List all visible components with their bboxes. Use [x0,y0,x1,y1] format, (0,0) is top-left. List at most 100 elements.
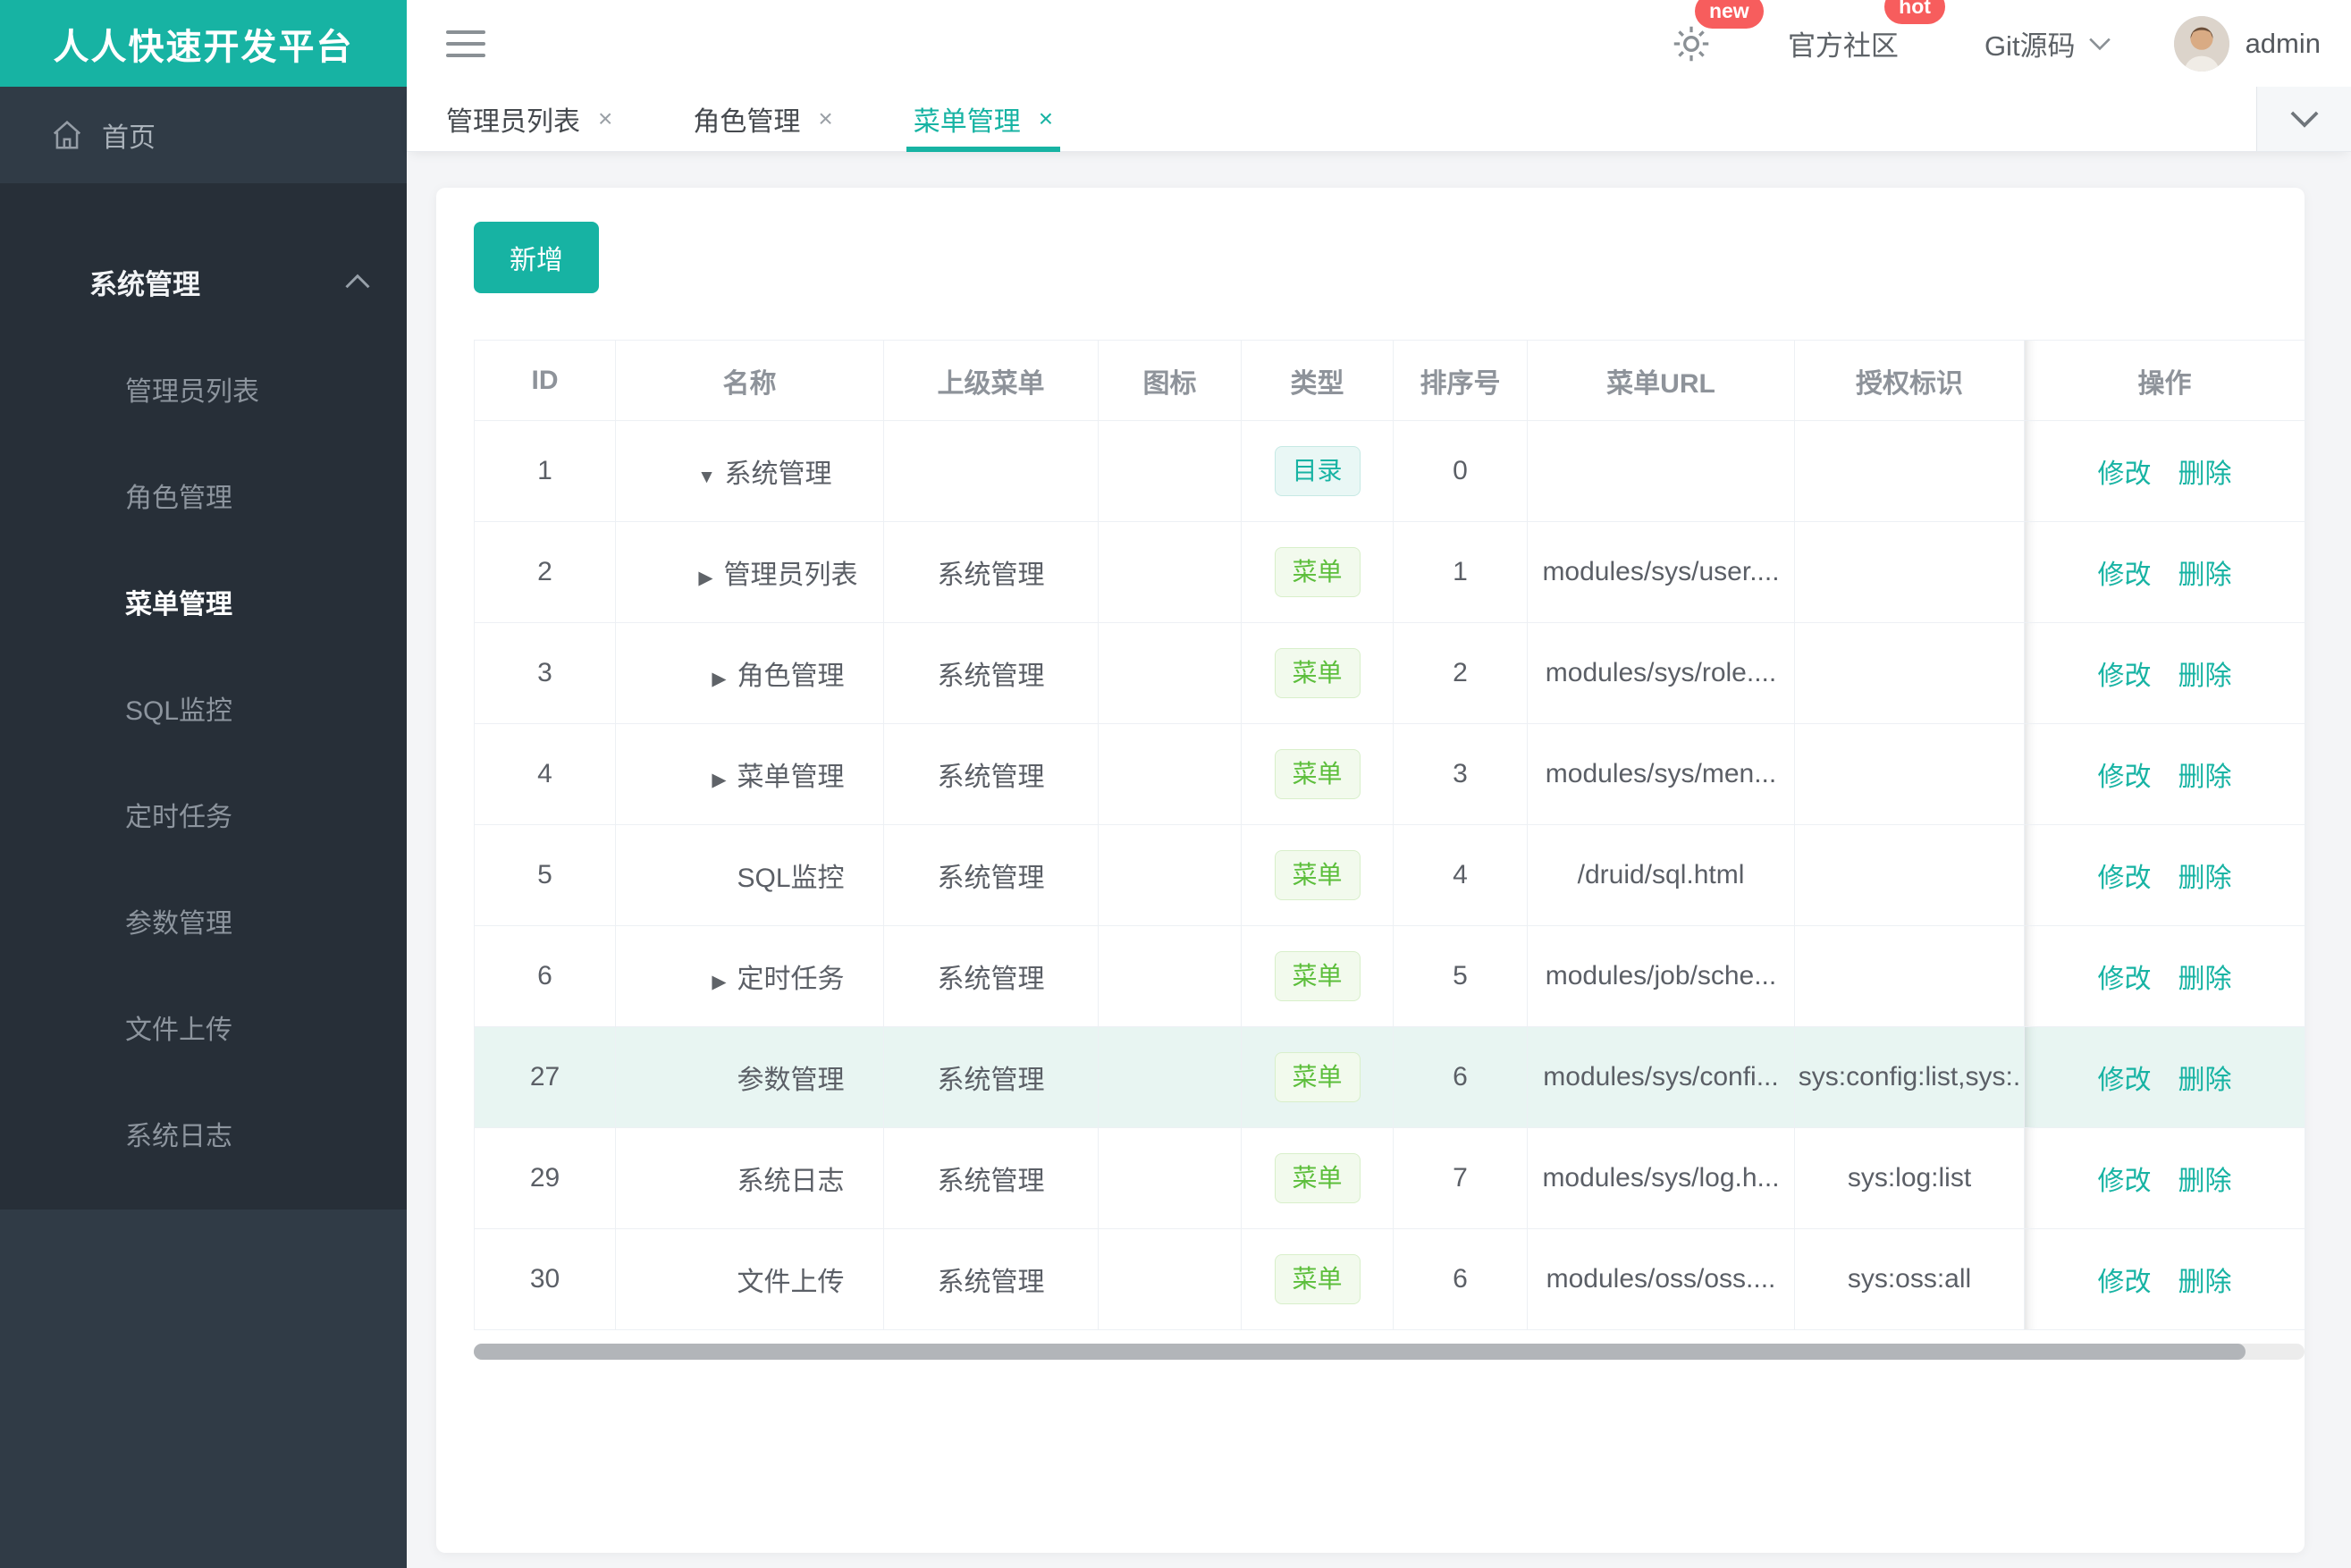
cell-url: modules/sys/user.... [1527,521,1795,623]
cell-id: 2 [474,521,616,623]
menu-name: 管理员列表 [723,561,858,590]
cell-icon [1098,622,1242,724]
horizontal-scrollbar-thumb[interactable] [474,1344,2246,1360]
sidebar-item-param-mgmt[interactable]: 参数管理 [0,867,407,974]
chevron-up-icon [345,274,370,289]
cell-ops: 修改 删除 [2024,723,2305,825]
cell-url: /druid/sql.html [1527,824,1795,926]
cell-url [1527,420,1795,522]
edit-link[interactable]: 修改 [2098,965,2152,994]
menu-name: SQL监控 [737,864,845,893]
settings-button[interactable]: new [1672,0,1764,63]
horizontal-scrollbar-track[interactable] [474,1344,2305,1360]
expand-arrow-icon[interactable]: ▶ [707,971,732,993]
menu-name: 系统日志 [737,1167,845,1196]
sidebar-section-system[interactable]: 系统管理 [0,228,407,335]
cell-url: modules/sys/men... [1527,723,1795,825]
avatar[interactable] [2173,15,2229,72]
tabs-overflow-button[interactable] [2256,87,2351,151]
sidebar-item-system-log[interactable]: 系统日志 [0,1080,407,1186]
tab-close-icon[interactable]: × [1039,106,1053,131]
type-badge: 菜单 [1274,1153,1361,1203]
sidebar-item-role-mgmt[interactable]: 角色管理 [0,442,407,548]
cell-perm: sys:oss:all [1794,1228,2025,1330]
cell-type: 目录 [1241,420,1394,522]
delete-link[interactable]: 删除 [2178,1066,2232,1095]
cell-id: 29 [474,1127,616,1229]
app-window: 人人快速开发平台 首页 系统管理 管理员列表 角色管理 菜单管理 SQL监控 定… [0,0,2351,1568]
table-row: 5 SQL监控 系统管理 菜单 4 /druid/sql.html 修改删除 [474,824,2305,926]
sidebar-item-menu-mgmt[interactable]: 菜单管理 [0,548,407,654]
cell-icon [1098,824,1242,926]
delete-link[interactable]: 删除 [2178,561,2232,590]
col-header-order: 排序号 [1393,340,1528,421]
cell-name: 文件上传 [615,1228,884,1330]
edit-link[interactable]: 修改 [2098,763,2152,792]
sidebar-item-home[interactable]: 首页 [0,87,407,183]
new-badge: new [1694,0,1764,29]
cell-id: 27 [474,1026,616,1128]
add-button[interactable]: 新增 [474,222,599,293]
delete-link[interactable]: 删除 [2178,965,2232,994]
cell-perm [1794,521,2025,623]
delete-link[interactable]: 删除 [2178,864,2232,893]
edit-link[interactable]: 修改 [2098,1066,2152,1095]
cell-name: ▶ 菜单管理 [615,723,884,825]
cell-ops: 修改 删除 [2024,1127,2305,1229]
sidebar-item-sql-monitor[interactable]: SQL监控 [0,654,407,761]
cell-id: 3 [474,622,616,724]
col-header-parent: 上级菜单 [883,340,1099,421]
app-logo: 人人快速开发平台 [0,0,407,87]
edit-link[interactable]: 修改 [2098,459,2152,489]
delete-link[interactable]: 删除 [2178,1268,2232,1297]
delete-link[interactable]: 删除 [2178,1167,2232,1196]
tab-close-icon[interactable]: × [598,106,612,131]
table-row: 2 ▶管理员列表 系统管理 菜单 1 modules/sys/user.... [474,521,2305,623]
tab-role-mgmt[interactable]: 角色管理 × [686,87,839,151]
cell-perm [1794,925,2025,1027]
edit-link[interactable]: 修改 [2098,1167,2152,1196]
collapse-arrow-icon[interactable]: ▼ [695,467,720,488]
cell-icon [1098,925,1242,1027]
cell-id: 5 [474,824,616,926]
cell-order: 4 [1393,824,1528,926]
delete-link[interactable]: 删除 [2178,763,2232,792]
cell-order: 2 [1393,622,1528,724]
community-link[interactable]: 官方社区 hot [1787,0,1945,63]
cell-name: ▶ 定时任务 [615,925,884,1027]
tab-menu-mgmt[interactable]: 菜单管理 × [906,87,1061,152]
delete-link[interactable]: 删除 [2178,459,2232,489]
menu-name: 定时任务 [737,965,845,994]
edit-link[interactable]: 修改 [2098,864,2152,893]
table-row: 4 ▶ 菜单管理 系统管理 菜单 3 modules/sys/men... 修改… [474,723,2305,825]
cell-icon [1098,521,1242,623]
tab-close-icon[interactable]: × [818,106,832,131]
delete-link[interactable]: 删除 [2178,662,2232,691]
type-badge: 菜单 [1274,850,1361,900]
cell-parent: 系统管理 [883,723,1099,825]
community-label: 官方社区 [1787,30,1899,62]
expand-arrow-icon[interactable]: ▶ [707,668,732,690]
hamburger-menu-icon[interactable] [444,25,487,63]
username-label[interactable]: admin [2246,28,2321,60]
edit-link[interactable]: 修改 [2098,561,2152,590]
main-column: new 官方社区 hot Git源码 admin 管理员列表 × 角色管理 × … [407,0,2351,1568]
col-header-type: 类型 [1241,340,1394,421]
expand-arrow-icon[interactable]: ▶ [694,567,719,589]
cell-url: modules/job/sche... [1527,925,1795,1027]
topbar: new 官方社区 hot Git源码 admin [407,0,2351,87]
cell-icon [1098,723,1242,825]
edit-link[interactable]: 修改 [2098,1268,2152,1297]
tab-admin-list[interactable]: 管理员列表 × [439,87,619,151]
sidebar-item-file-upload[interactable]: 文件上传 [0,974,407,1080]
expand-arrow-icon[interactable]: ▶ [707,769,732,791]
cell-type: 菜单 [1241,723,1394,825]
gear-icon [1673,26,1709,61]
cell-ops: 修改 删除 [2024,1026,2305,1128]
cell-name: ▶ 管理员列表 [615,521,884,623]
col-header-url: 菜单URL [1527,340,1795,421]
sidebar-item-admin-list[interactable]: 管理员列表 [0,335,407,442]
git-source-dropdown[interactable]: Git源码 [1984,23,2111,63]
edit-link[interactable]: 修改 [2098,662,2152,691]
sidebar-item-scheduled-tasks[interactable]: 定时任务 [0,761,407,867]
